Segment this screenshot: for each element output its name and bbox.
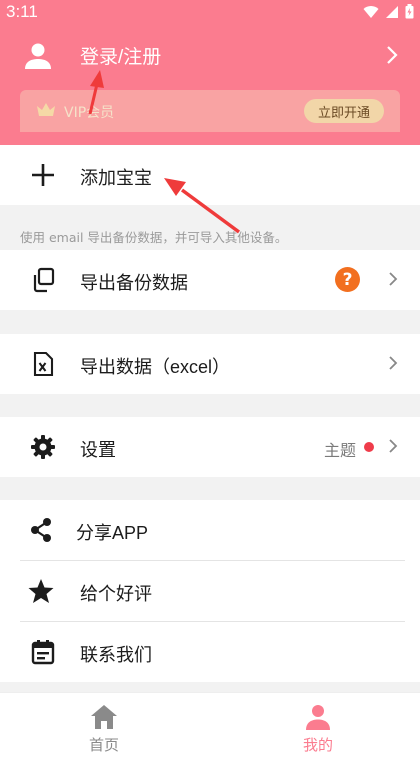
chevron-right-icon — [387, 46, 398, 64]
crown-icon — [37, 103, 55, 116]
share-app-label: 分享APP — [76, 523, 149, 543]
vip-label: VIP会员 — [64, 105, 115, 121]
login-row[interactable]: 登录/注册 — [0, 30, 420, 82]
calendar-icon — [31, 640, 55, 665]
export-backup-card: 导出备份数据 ? — [0, 250, 420, 310]
vip-card[interactable]: VIP会员 立即开通 — [20, 90, 400, 132]
share-icon — [31, 518, 51, 542]
home-icon — [91, 705, 117, 729]
help-badge[interactable]: ? — [335, 267, 360, 292]
chevron-right-icon — [389, 439, 398, 453]
rate-row[interactable]: 给个好评 — [0, 561, 420, 621]
chevron-right-icon — [389, 272, 398, 286]
copy-icon — [33, 267, 55, 293]
tab-mine-label: 我的 — [302, 736, 333, 754]
backup-hint: 使用 email 导出备份数据，并可导入其他设备。 — [20, 230, 288, 245]
add-baby-row[interactable]: 添加宝宝 — [0, 145, 420, 205]
signal-icon — [386, 5, 398, 18]
bottom-tab-bar: 首页 我的 — [0, 692, 420, 757]
chevron-right-icon — [389, 356, 398, 370]
person-icon — [306, 705, 330, 730]
excel-file-icon — [33, 351, 54, 377]
theme-label: 主题 — [323, 441, 356, 460]
misc-card: 分享APP 给个好评 联系我们 — [0, 500, 420, 682]
vip-activate-button[interactable]: 立即开通 — [304, 99, 384, 123]
add-baby-label: 添加宝宝 — [80, 168, 152, 188]
profile-header: 3:11 登录/注册 VIP会员 立即开通 — [0, 0, 420, 145]
wifi-icon — [363, 5, 379, 18]
status-time: 3:11 — [6, 2, 38, 21]
add-baby-card: 添加宝宝 — [0, 145, 420, 205]
battery-icon — [405, 4, 414, 19]
export-excel-card: 导出数据（excel） — [0, 334, 420, 394]
theme-dot — [364, 442, 374, 452]
star-icon — [28, 579, 54, 603]
tab-home-label: 首页 — [88, 736, 119, 754]
tab-home[interactable]: 首页 — [34, 693, 174, 757]
status-bar: 3:11 — [0, 0, 420, 26]
export-excel-label: 导出数据（excel） — [80, 357, 231, 377]
plus-icon — [32, 164, 54, 186]
gear-icon — [31, 435, 55, 459]
export-backup-row[interactable]: 导出备份数据 ? — [0, 250, 420, 310]
settings-label: 设置 — [80, 440, 116, 460]
export-excel-row[interactable]: 导出数据（excel） — [0, 334, 420, 394]
settings-row[interactable]: 设置 主题 — [0, 417, 420, 477]
person-icon — [25, 43, 51, 69]
tab-mine[interactable]: 我的 — [248, 693, 388, 757]
status-icons — [363, 4, 414, 19]
export-backup-label: 导出备份数据 — [80, 273, 188, 293]
rate-label: 给个好评 — [80, 584, 152, 604]
share-app-row[interactable]: 分享APP — [0, 500, 420, 560]
contact-label: 联系我们 — [80, 645, 152, 665]
login-register-link[interactable]: 登录/注册 — [80, 42, 161, 69]
contact-row[interactable]: 联系我们 — [0, 622, 420, 682]
settings-card: 设置 主题 — [0, 417, 420, 477]
